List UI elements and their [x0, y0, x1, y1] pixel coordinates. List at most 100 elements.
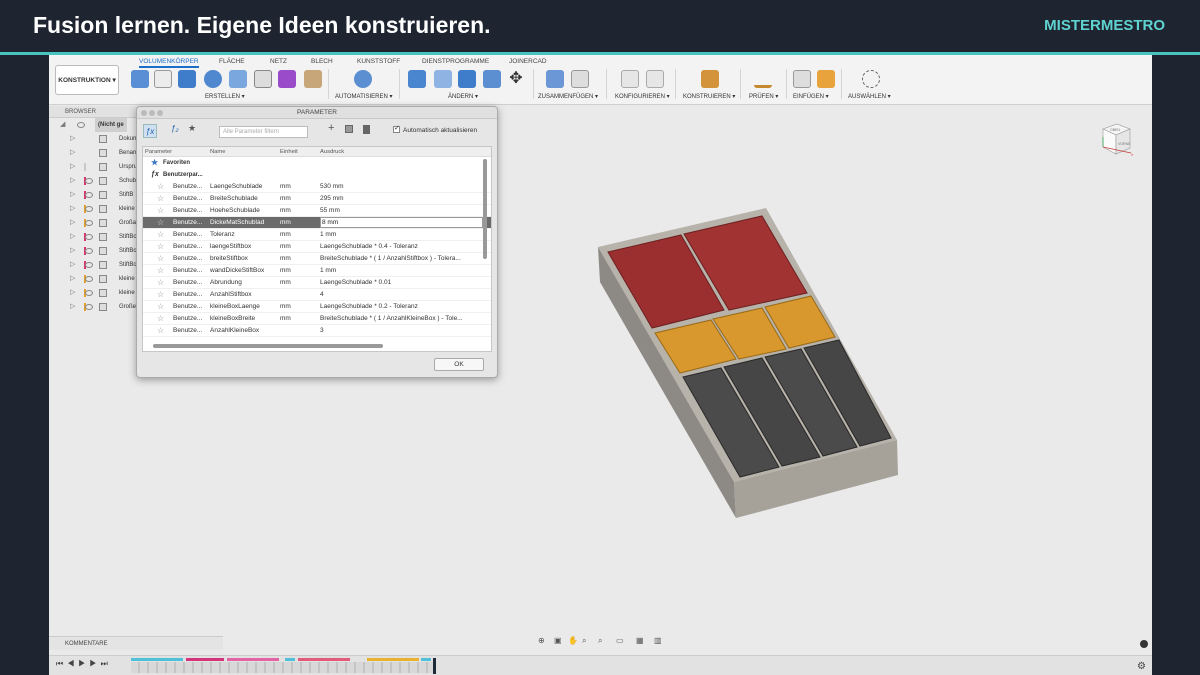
tab-joinercad[interactable]: JOINERCAD [509, 58, 547, 65]
revolve-icon[interactable] [204, 70, 222, 88]
vertical-scrollbar[interactable] [483, 159, 487, 259]
parameter-row[interactable]: ☆ Benutze... kleineBoxLaenge mm LaengeSchubl… [143, 301, 491, 313]
param-expression[interactable]: BreiteSchublade * ( 1 / AnzahlStiftbox )… [320, 253, 483, 265]
param-expression[interactable]: 55 mm [320, 205, 483, 217]
parameter-row[interactable]: ☆ Benutze... breiteStiftbox mm BreiteSchubla… [143, 253, 491, 265]
col-expression[interactable]: Ausdruck [320, 149, 344, 155]
shape-icon[interactable] [278, 70, 296, 88]
parameter-row[interactable]: ☆ Benutze... AnzahlKleineBox 3 [143, 325, 491, 337]
checkbox-checked-icon[interactable] [393, 124, 400, 133]
move-icon[interactable]: ✥ [507, 70, 525, 88]
grid-settings-icon[interactable]: ▦ [636, 636, 644, 645]
param-name[interactable]: AnzahlKleineBox [210, 325, 276, 337]
favorite-star-icon[interactable]: ☆ [157, 181, 164, 193]
param-expression[interactable]: 295 mm [320, 193, 483, 205]
param-name[interactable]: laengeStiftbox [210, 241, 276, 253]
parameter-row[interactable]: ☆ Benutze... DickeMatSchublad mm 8 mm [143, 217, 491, 229]
group-aendern[interactable]: ÄNDERN ▾ [448, 93, 478, 100]
param-unit[interactable]: mm [280, 301, 291, 313]
favorite-star-icon[interactable]: ☆ [157, 265, 164, 277]
parameter-row[interactable]: ☆ Benutze... wandDickeStiftBox mm 1 mm [143, 265, 491, 277]
minimize-dot-icon[interactable] [149, 110, 155, 116]
sketch-icon[interactable] [154, 70, 172, 88]
shell-icon[interactable] [483, 70, 501, 88]
group-user-parameters[interactable]: ƒx Benutzerpar... [143, 169, 491, 181]
ok-button[interactable]: OK [434, 358, 484, 371]
param-expression[interactable]: 1 mm [320, 265, 483, 277]
table-icon[interactable] [646, 70, 664, 88]
parameter-row[interactable]: ☆ Benutze... AnzahlStiftbox 4 [143, 289, 491, 301]
param-expression[interactable]: 4 [320, 289, 483, 301]
add-parameter-icon[interactable]: + [328, 122, 334, 134]
favorite-star-icon[interactable]: ☆ [157, 289, 164, 301]
user-parameter-fx-icon[interactable]: ƒx [143, 124, 157, 138]
insert-derive-icon[interactable] [793, 70, 811, 88]
param-expression[interactable]: BreiteSchublade * ( 1 / AnzahlKleineBox … [320, 313, 483, 325]
parameter-row[interactable]: ☆ Benutze... Abrundung mm LaengeSchublade * … [143, 277, 491, 289]
group-favorites[interactable]: ★ Favoriten [143, 157, 491, 169]
extrude-icon[interactable] [178, 70, 196, 88]
orbit-icon[interactable]: ⊕ [538, 636, 545, 645]
param-expression[interactable]: 530 mm [320, 181, 483, 193]
param-name[interactable]: BreiteSchublade [210, 193, 276, 205]
parameter-row[interactable]: ☆ Benutze... Toleranz mm 1 mm [143, 229, 491, 241]
group-erstellen[interactable]: ERSTELLEN ▾ [205, 93, 245, 100]
parameter-row[interactable]: ☆ Benutze... kleineBoxBreite mm BreiteSchubl… [143, 313, 491, 325]
group-einfuegen[interactable]: EINFÜGEN ▾ [793, 93, 829, 100]
horizontal-scrollbar[interactable] [153, 344, 383, 348]
help-icon[interactable] [1140, 640, 1148, 648]
parameter-row[interactable]: ☆ Benutze... HoeheSchublade mm 55 mm [143, 205, 491, 217]
col-parameter[interactable]: Parameter [145, 149, 172, 155]
group-automatisieren[interactable]: AUTOMATISIEREN ▾ [335, 93, 392, 100]
auto-update-checkbox[interactable]: Automatisch aktualisieren [393, 124, 477, 134]
param-name[interactable]: Toleranz [210, 229, 276, 241]
pan-hand-icon[interactable]: ✋ [568, 636, 578, 645]
tab-blech[interactable]: BLECH [311, 58, 333, 65]
workspace-mode-button[interactable]: KONSTRUKTION ▾ [55, 65, 119, 95]
param-expression[interactable]: LaengeSchublade * 0.4 - Toleranz [320, 241, 483, 253]
favorite-star-icon[interactable]: ☆ [157, 229, 164, 241]
tab-flaeche[interactable]: FLÄCHE [219, 58, 245, 65]
tab-netz[interactable]: NETZ [270, 58, 287, 65]
tab-volumenkoerper[interactable]: VOLUMENKÖRPER [139, 58, 199, 68]
group-konstruieren[interactable]: KONSTRUIEREN ▾ [683, 93, 735, 100]
favorite-star-icon[interactable]: ☆ [157, 205, 164, 217]
viewports-icon[interactable]: ▥ [654, 636, 662, 645]
as-built-joint-icon[interactable] [571, 70, 589, 88]
fit-icon[interactable]: ⌕ [598, 636, 602, 646]
param-expression[interactable]: LaengeSchublade * 0.01 [320, 277, 483, 289]
favorite-star-icon[interactable]: ☆ [157, 253, 164, 265]
param-name[interactable]: wandDickeStiftBox [210, 265, 276, 277]
param-unit[interactable]: mm [280, 265, 291, 277]
viewcube-front-label[interactable]: VORNE [1118, 142, 1131, 146]
offset-plane-icon[interactable] [701, 70, 719, 88]
group-auswaehlen[interactable]: AUSWÄHLEN ▾ [848, 93, 891, 100]
param-name[interactable]: Abrundung [210, 277, 276, 289]
col-name[interactable]: Name [210, 149, 225, 155]
viewcube[interactable]: OBEN VORNE X [1099, 121, 1133, 161]
param-unit[interactable]: mm [280, 217, 291, 229]
favorite-star-icon[interactable]: ☆ [157, 301, 164, 313]
gear-icon[interactable]: ⚙ [1137, 661, 1146, 672]
param-unit[interactable]: mm [280, 277, 291, 289]
insert-svg-icon[interactable] [817, 70, 835, 88]
param-expression[interactable]: 1 mm [320, 229, 483, 241]
delete-trash-icon[interactable] [363, 125, 370, 134]
param-name[interactable]: AnzahlStiftbox [210, 289, 276, 301]
new-component-icon[interactable] [131, 70, 149, 88]
favorite-star-icon[interactable]: ☆ [157, 217, 164, 229]
favorite-star-icon[interactable]: ☆ [157, 325, 164, 337]
timeline-features[interactable] [131, 662, 433, 673]
parameter-row[interactable]: ☆ Benutze... BreiteSchublade mm 295 mm [143, 193, 491, 205]
tab-dienstprogramme[interactable]: DIENSTPROGRAMME [422, 58, 489, 65]
comments-panel[interactable]: KOMMENTARE [49, 636, 223, 650]
timeline-marker[interactable] [433, 658, 436, 674]
timeline-controls[interactable]: ⏮◀▶▶⏭ [56, 659, 112, 669]
select-icon[interactable] [862, 70, 880, 88]
display-settings-icon[interactable]: ▭ [616, 636, 624, 645]
param-expression[interactable]: 3 [320, 325, 483, 337]
param-expression[interactable]: LaengeSchublade * 0.2 - Toleranz [320, 301, 483, 313]
param-name[interactable]: kleineBoxLaenge [210, 301, 276, 313]
group-zusammenfuegen[interactable]: ZUSAMMENFÜGEN ▾ [538, 93, 598, 100]
param-unit[interactable]: mm [280, 181, 291, 193]
